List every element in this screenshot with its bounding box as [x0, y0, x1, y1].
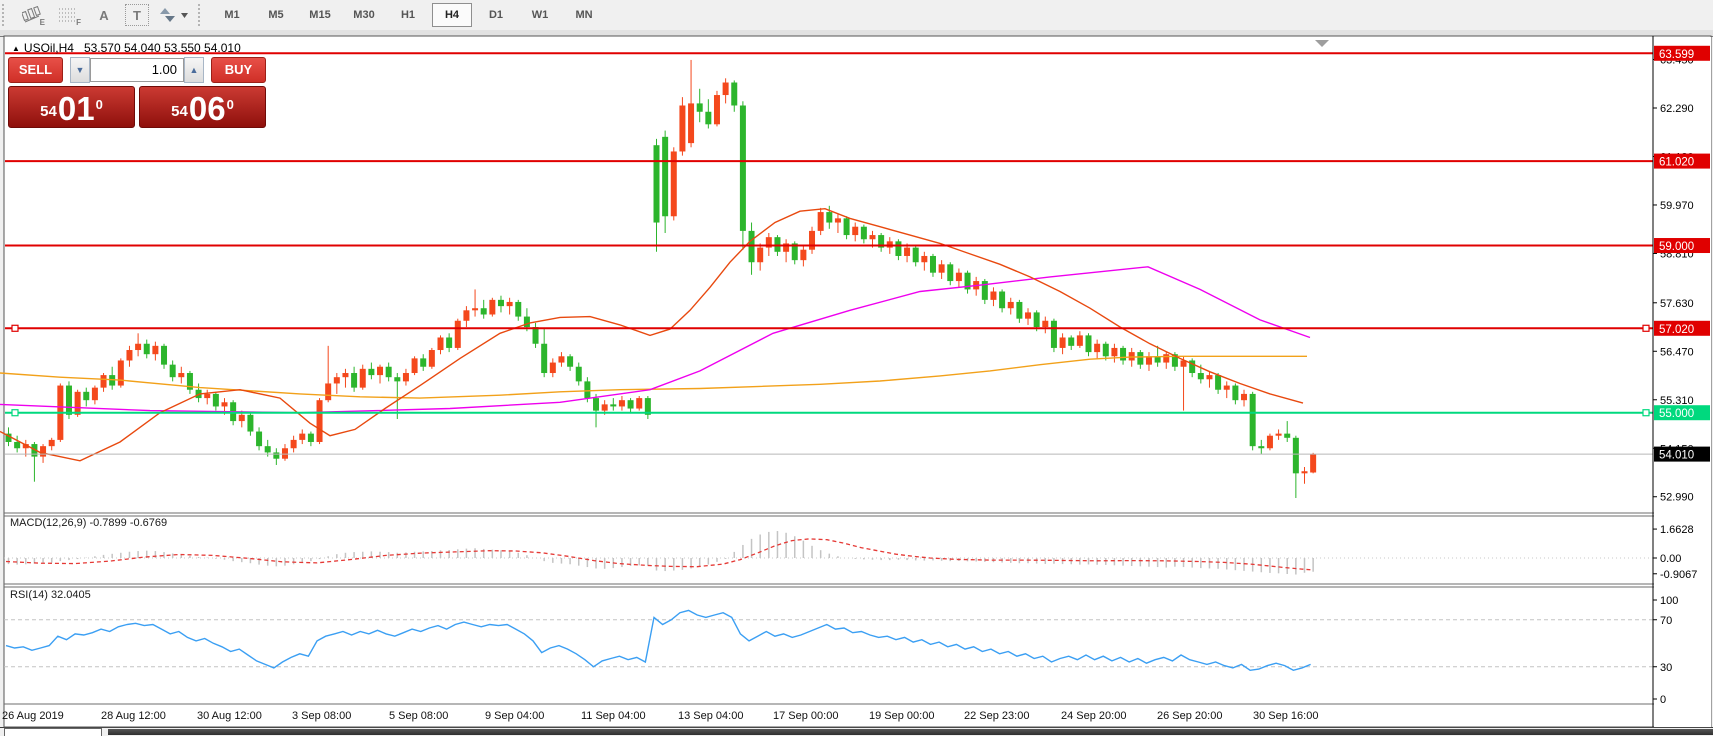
line-handle[interactable] [12, 325, 18, 331]
rsi-scale-tick: 0 [1660, 694, 1666, 706]
time-label: 11 Sep 04:00 [581, 710, 646, 722]
price-tick: 57.630 [1660, 298, 1694, 310]
time-label: 17 Sep 00:00 [773, 710, 838, 722]
sell-button[interactable]: SELL [8, 57, 63, 83]
price-tick: 62.290 [1660, 103, 1694, 115]
price-badge-label: 59.000 [1659, 241, 1694, 253]
time-label: 30 Aug 12:00 [197, 710, 262, 722]
time-label: 22 Sep 23:00 [964, 710, 1029, 722]
buy-button[interactable]: BUY [211, 57, 266, 83]
bid-pip-digit: 0 [96, 90, 103, 120]
one-click-trading-panel: SELL ▼ 1.00 ▲ BUY 54 01 0 54 06 0 [8, 57, 266, 128]
bid-prefix: 54 [40, 99, 57, 125]
macd-scale-tick: 1.6628 [1660, 524, 1694, 536]
trading-platform: { "toolbar": { "icons": [ {"name": "char… [0, 0, 1713, 735]
price-badge-label: 55.000 [1659, 408, 1694, 420]
volume-decrease-button[interactable]: ▼ [70, 57, 90, 83]
ask-prefix: 54 [171, 99, 188, 125]
time-label: 28 Aug 12:00 [101, 710, 166, 722]
volume-stepper: ▼ 1.00 ▲ [70, 57, 204, 83]
rsi-scale-tick: 100 [1660, 595, 1678, 607]
macd-scale-tick: 0.00 [1660, 553, 1681, 565]
rsi-scale-tick: 30 [1660, 662, 1672, 674]
price-tick: 59.970 [1660, 200, 1694, 212]
price-tick: 52.990 [1660, 492, 1694, 504]
price-badge-label: 54.010 [1659, 450, 1694, 462]
time-label: 30 Sep 16:00 [1253, 710, 1318, 722]
volume-increase-button[interactable]: ▲ [184, 57, 204, 83]
ask-pip-digit: 0 [227, 90, 234, 120]
time-label: 19 Sep 00:00 [869, 710, 934, 722]
price-tick: 56.470 [1660, 346, 1694, 358]
price-badge-label: 57.020 [1659, 324, 1694, 336]
chart-title: ▲ USOil,H4 53.570 54.040 53.550 54.010 [12, 41, 241, 55]
bid-quote[interactable]: 54 01 0 [8, 86, 135, 128]
macd-scale-tick: -0.9067 [1660, 569, 1697, 581]
price-badge-label: 63.599 [1659, 49, 1694, 61]
ask-quote[interactable]: 54 06 0 [139, 86, 266, 128]
time-label: 24 Sep 20:00 [1061, 710, 1126, 722]
macd-label: MACD(12,26,9) -0.7899 -0.6769 [10, 517, 167, 529]
rsi-scale-tick: 70 [1660, 615, 1672, 627]
symbol-label: USOil,H4 [24, 41, 74, 55]
time-label: 26 Sep 20:00 [1157, 710, 1222, 722]
time-label: 13 Sep 04:00 [678, 710, 743, 722]
ohlc-values: 53.570 54.040 53.550 54.010 [84, 41, 241, 55]
time-label: 5 Sep 08:00 [389, 710, 448, 722]
price-tick: 55.310 [1660, 395, 1694, 407]
line-handle[interactable] [1643, 410, 1649, 416]
ask-big-digits: 06 [189, 92, 226, 125]
bid-big-digits: 01 [58, 92, 95, 125]
time-label: 26 Aug 2019 [2, 710, 64, 722]
symbol-marker-icon: ▲ [12, 44, 20, 53]
line-handle[interactable] [12, 410, 18, 416]
line-handle[interactable] [1643, 325, 1649, 331]
rsi-label: RSI(14) 32.0405 [10, 589, 91, 601]
chart-area[interactable] [4, 36, 1711, 727]
time-label: 3 Sep 08:00 [292, 710, 351, 722]
time-label: 9 Sep 04:00 [485, 710, 544, 722]
volume-input[interactable]: 1.00 [90, 58, 184, 82]
price-badge-label: 61.020 [1659, 157, 1694, 169]
